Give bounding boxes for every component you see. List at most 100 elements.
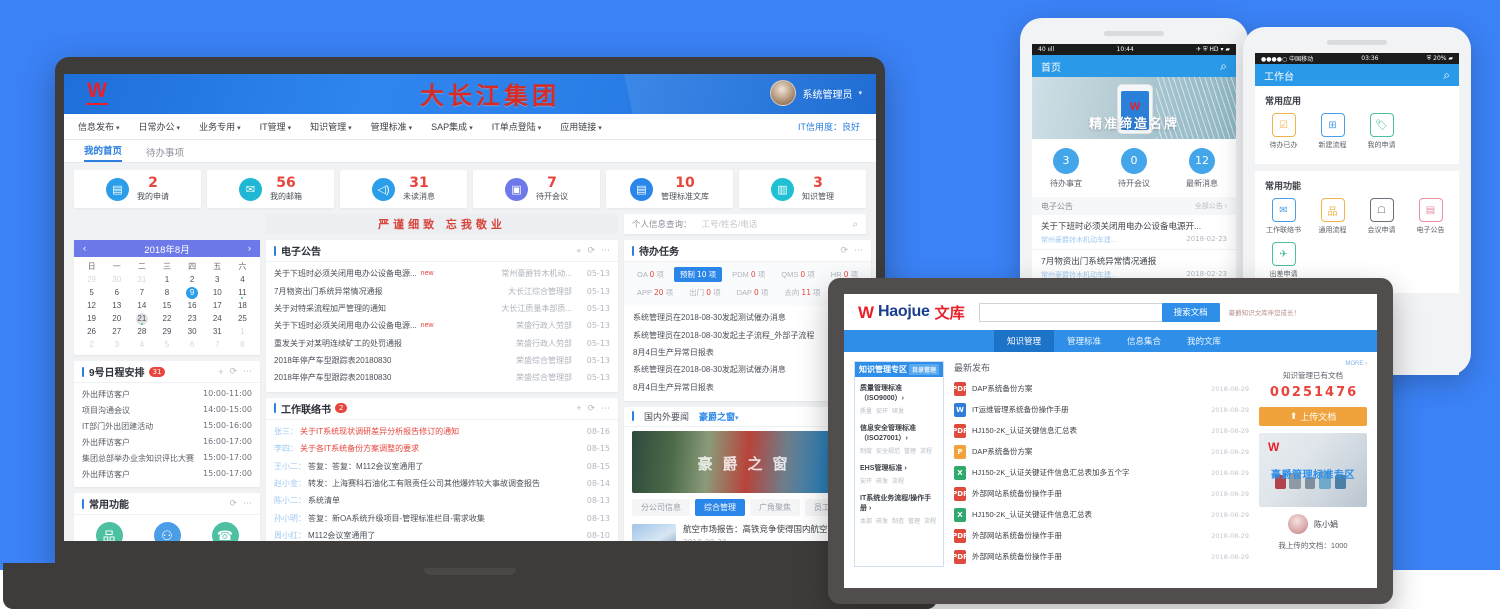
stat-card-mailbox[interactable]: ✉ 56 我的邮箱 — [207, 170, 334, 208]
category-sub[interactable]: 制造 — [892, 516, 904, 525]
calendar-day[interactable]: 25 — [230, 312, 255, 325]
contact-row[interactable]: 李四： 关于各IT系统备份方案调整的要求 08-15 — [266, 440, 618, 457]
search-icon[interactable]: ⌕ — [1443, 68, 1450, 83]
calendar-day[interactable]: 2 — [79, 338, 104, 351]
category-sub[interactable]: 流程 — [920, 446, 932, 455]
category-sub[interactable]: 研发 — [876, 516, 888, 525]
contact-row[interactable]: 周小红： M112会议室通用了 08-10 — [266, 527, 618, 541]
document-row[interactable]: PDF HJ150-2K_认证关键信息汇总表 2018-08-29 — [952, 420, 1249, 441]
app-tile[interactable]: ✉ 工作联络书 — [1259, 198, 1308, 235]
add-icon[interactable]: + — [576, 246, 581, 256]
org-chart-icon[interactable]: 品 — [95, 522, 123, 541]
more-icon[interactable]: ⋯ — [601, 403, 610, 414]
calendar-day[interactable]: 16 — [180, 299, 205, 312]
announcement-row[interactable]: 2018年停产车型跟踪表20180830 荣盛综合管理部 05-13 — [266, 369, 618, 386]
library-nav-item[interactable]: 我的文库 — [1174, 330, 1234, 352]
calendar-day[interactable]: 15 — [154, 299, 179, 312]
more-icon[interactable]: ⋯ — [243, 366, 252, 377]
calendar-day[interactable]: 21 — [129, 312, 154, 325]
knowledge-category[interactable]: 信息安全管理标准（ISO27001）› 制度 安全规范 管理 流程 — [855, 417, 943, 457]
task-filter-tag[interactable]: DAP 0 项 — [731, 285, 775, 300]
document-row[interactable]: PDF 外部网站系统备份操作手册 2018-08-29 — [952, 483, 1249, 504]
calendar-day[interactable]: 8 — [230, 338, 255, 351]
category-sub[interactable]: 管理 — [908, 516, 920, 525]
calendar-day[interactable]: 7 — [129, 286, 154, 299]
calendar-day[interactable]: 12 — [79, 299, 104, 312]
nav-item-7[interactable]: IT单点登陆 ▾ — [492, 120, 542, 133]
calendar-day[interactable]: 3 — [205, 273, 230, 286]
category-sub[interactable]: 研发 — [876, 476, 888, 485]
nav-item-1[interactable]: 日常办公 ▾ — [139, 120, 181, 133]
calendar-day[interactable]: 26 — [79, 325, 104, 338]
user-menu[interactable]: 系统管理员 ▾ — [770, 80, 862, 106]
task-filter-tag[interactable]: APP 20 项 — [631, 285, 679, 300]
search-icon[interactable]: ⌕ — [1220, 59, 1227, 74]
stat-card-standards-library[interactable]: ▤ 10 管理标准文库 — [606, 170, 733, 208]
calendar-day[interactable]: 17 — [205, 299, 230, 312]
app-tile[interactable]: ☖ 会议申请 — [1357, 198, 1406, 235]
tab-todo[interactable]: 待办事项 — [146, 145, 184, 162]
contact-row[interactable]: 陈小二： 系统清单 08-13 — [266, 492, 618, 509]
schedule-row[interactable]: 外出拜访客户 15:00-17:00 — [74, 466, 260, 482]
category-sub[interactable]: 研发 — [892, 406, 904, 415]
calendar-day[interactable]: 3 — [104, 338, 129, 351]
phone1-stat-messages[interactable]: 12 最新消息 — [1168, 148, 1236, 189]
category-sub[interactable]: 制度 — [860, 446, 872, 455]
telephone-icon[interactable]: ☎ — [211, 522, 239, 541]
calendar-day[interactable]: 29 — [154, 325, 179, 338]
calendar-day[interactable]: 6 — [104, 286, 129, 299]
document-row[interactable]: X HJ150-2K_认证关键证件信息汇总表 2018-08-29 — [954, 504, 1249, 525]
search-icon[interactable]: ⌕ — [852, 219, 858, 230]
app-tile[interactable]: ☑ 待办已办 — [1259, 113, 1308, 150]
calendar-next-button[interactable]: › — [248, 243, 251, 254]
library-nav-item[interactable]: 信息集合 — [1114, 330, 1174, 352]
nav-item-8[interactable]: 应用链接 ▾ — [560, 120, 602, 133]
category-sub[interactable]: 安环 — [860, 476, 872, 485]
calendar-day[interactable]: 31 — [129, 273, 154, 286]
schedule-row[interactable]: 集团总部举办业余知识评比大赛 15:00-17:00 — [74, 450, 260, 466]
tab-my-homepage[interactable]: 我的首页 — [84, 143, 123, 162]
task-filter-tag[interactable]: 预制 10 项 — [673, 267, 723, 282]
stat-card-knowledge[interactable]: ▥ 3 知识管理 — [739, 170, 866, 208]
announcement-row[interactable]: 2018年停产车型跟踪表20180830 荣盛综合管理部 05-13 — [266, 352, 618, 369]
document-row[interactable]: PDF 外部网站系统备份操作手册 2018-08-29 — [952, 525, 1249, 546]
task-filter-tag[interactable]: 去向 11 项 — [778, 285, 826, 300]
calendar-day[interactable]: 27 — [104, 325, 129, 338]
more-icon[interactable]: ⋯ — [601, 245, 610, 256]
app-tile[interactable]: ⊞ 新建流程 — [1308, 113, 1357, 150]
app-tile[interactable]: ✈ 出差申请 — [1259, 242, 1308, 279]
calendar-day[interactable]: 14 — [129, 299, 154, 312]
task-filter-tag[interactable]: PDM 0 项 — [726, 267, 771, 282]
phone1-stat-meetings[interactable]: 0 待开会议 — [1100, 148, 1168, 189]
nav-item-4[interactable]: 知识管理 ▾ — [310, 120, 352, 133]
document-row[interactable]: P DAP系统备份方案 2018-08-29 — [954, 441, 1249, 462]
announcement-row[interactable]: 关于下班时必须关闭用电办公设备电源... new 常州豪爵铃木机动... 05-13 — [266, 265, 618, 282]
upload-document-button[interactable]: ⬆ 上传文档 — [1259, 407, 1367, 426]
contact-row[interactable]: 赵小金： 转发：上海赛科石油化工有限责任公司其他爆炸较大事故调查报告 08-14 — [266, 475, 618, 492]
category-sub[interactable]: 安环 — [876, 406, 888, 415]
stat-card-my-requests[interactable]: ▤ 2 我的申请 — [74, 170, 201, 208]
calendar-day[interactable]: 13 — [104, 299, 129, 312]
calendar-day[interactable]: 1 — [154, 273, 179, 286]
calendar-day[interactable]: 7 — [205, 338, 230, 351]
app-tile[interactable]: ▤ 电子公告 — [1406, 198, 1455, 235]
catalog-manage-button[interactable]: 目录管理 — [908, 364, 939, 375]
knowledge-category[interactable]: IT系统业务流程/操作手册 › 本部 研发 制造 管理 流程 — [855, 487, 943, 527]
schedule-row[interactable]: 外出拜访客户 16:00-17:00 — [74, 434, 260, 450]
app-tile[interactable]: 🏷 我的申请 — [1357, 113, 1406, 150]
knowledge-category[interactable]: EHS管理标准 › 安环 研发 流程 — [855, 457, 943, 487]
more-icon[interactable]: ⋯ — [243, 498, 252, 509]
contact-row[interactable]: 王小二： 答复：答复：M112会议室通用了 08-15 — [266, 457, 618, 474]
document-row[interactable]: X HJ150-2K_认证关键证件信息汇总表加多五个字 2018-08-29 — [954, 462, 1249, 483]
knowledge-category[interactable]: 质量管理标准（ISO9000）› 质量 安环 研发 — [855, 377, 943, 417]
calendar-day[interactable]: 4 — [129, 338, 154, 351]
category-sub[interactable]: 安全规范 — [876, 446, 900, 455]
announcement-row[interactable]: 关于对特采流程加严管理的通知 大长江质量本部质... 05-13 — [266, 300, 618, 317]
calendar-day[interactable]: 23 — [180, 312, 205, 325]
calendar-day[interactable]: 6 — [180, 338, 205, 351]
calendar-day[interactable]: 29 — [79, 273, 104, 286]
calendar-day[interactable]: 5 — [154, 338, 179, 351]
more-link[interactable]: MORE › — [1259, 361, 1367, 367]
refresh-icon[interactable]: ⟳ — [229, 498, 237, 509]
refresh-icon[interactable]: ⟳ — [587, 403, 595, 414]
